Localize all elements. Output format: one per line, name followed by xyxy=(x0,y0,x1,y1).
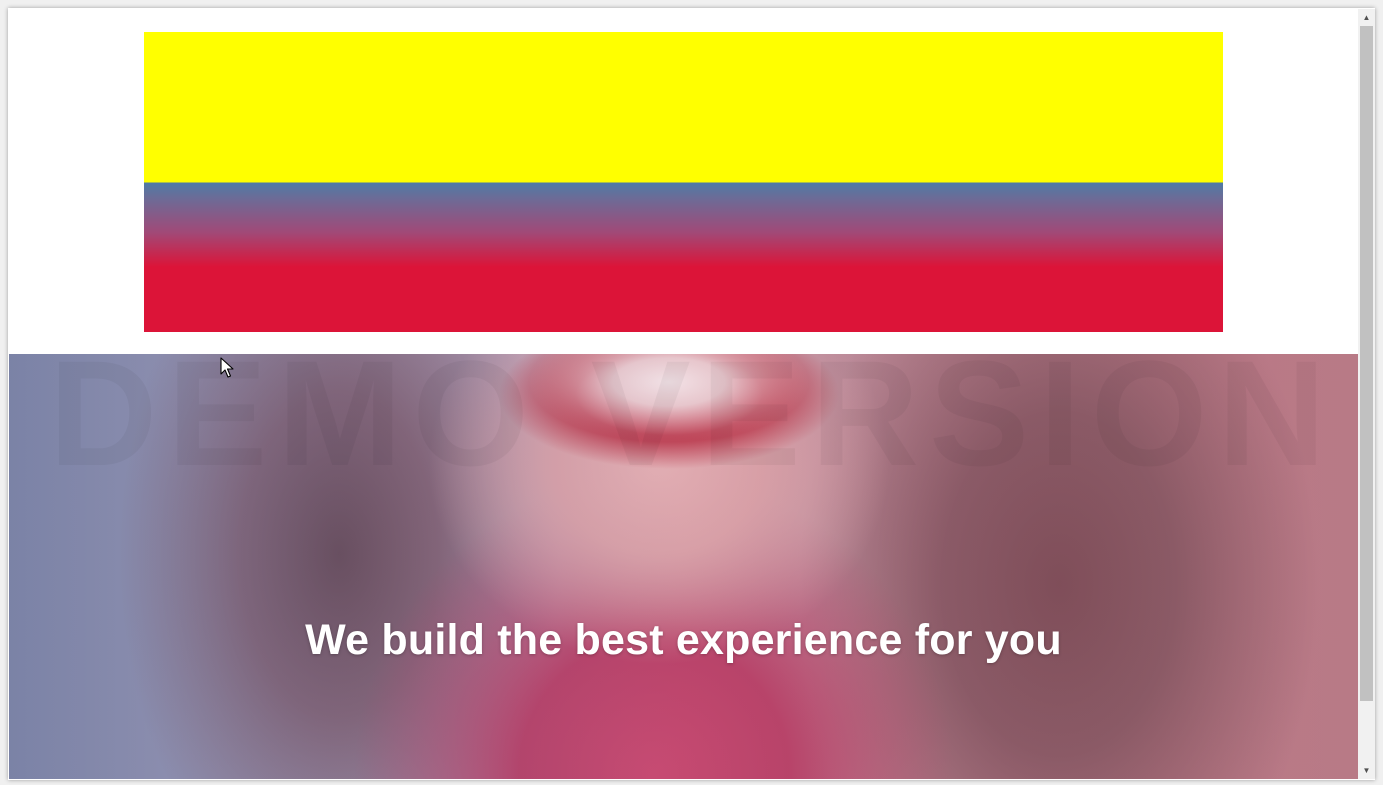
hero-title: We build the best experience for you xyxy=(305,616,1062,664)
hero-image-overlay xyxy=(9,354,1358,779)
scroll-down-icon[interactable]: ▼ xyxy=(1358,762,1375,779)
hero-section: We build the best experience for you xyxy=(9,354,1358,779)
vertical-scrollbar[interactable]: ▲ ▼ xyxy=(1358,9,1375,779)
color-banner xyxy=(144,32,1223,332)
browser-window: We build the best experience for you DEM… xyxy=(8,8,1375,780)
scroll-up-icon[interactable]: ▲ xyxy=(1358,9,1375,26)
mouse-cursor-icon xyxy=(220,357,234,378)
page-viewport: We build the best experience for you DEM… xyxy=(9,9,1358,779)
scroll-thumb[interactable] xyxy=(1360,26,1373,701)
